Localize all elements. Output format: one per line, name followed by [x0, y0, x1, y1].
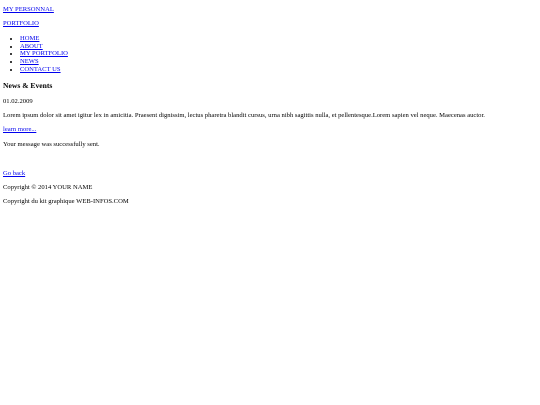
logo-link-line1[interactable]: MY PERSONNAL	[3, 6, 54, 13]
kit-credit-text: Copyright du kit graphique WEB-INFOS.COM	[3, 198, 129, 205]
success-message: Your message was successfully sent.	[3, 141, 100, 148]
nav-link-home[interactable]: HOME	[20, 35, 39, 42]
nav-item-portfolio: MY PORTFOLIO	[20, 50, 68, 58]
nav-item-about: ABOUT	[20, 43, 68, 51]
main-nav: HOME ABOUT MY PORTFOLIO NEWS CONTACT US	[7, 35, 68, 73]
nav-link-contact[interactable]: CONTACT US	[20, 66, 61, 73]
logo-link-line2[interactable]: PORTFOLIO	[3, 20, 39, 27]
nav-link-news[interactable]: NEWS	[20, 58, 39, 65]
news-date: 01.02.2009	[3, 98, 33, 105]
nav-link-about[interactable]: ABOUT	[20, 43, 43, 50]
nav-item-home: HOME	[20, 35, 68, 43]
news-heading: News & Events	[3, 81, 53, 90]
copyright-text: Copyright © 2014 YOUR NAME	[3, 184, 93, 191]
nav-item-contact: CONTACT US	[20, 66, 68, 74]
learn-more-link[interactable]: learn more...	[3, 126, 36, 133]
nav-item-news: NEWS	[20, 58, 68, 66]
go-back-link[interactable]: Go back	[3, 170, 25, 177]
news-body-text: Lorem ipsum dolor sit amet igitur lex in…	[3, 112, 485, 119]
nav-link-portfolio[interactable]: MY PORTFOLIO	[20, 50, 68, 57]
